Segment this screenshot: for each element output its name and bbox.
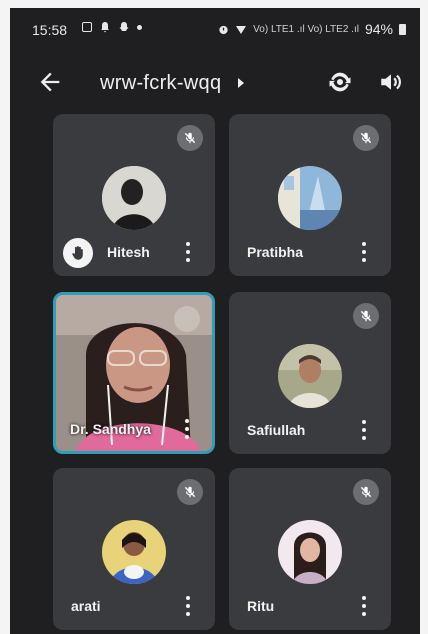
status-bar: 15:58 Vo) LTE1 .ıl Vo) LTE2 .ıl 94% [10,8,420,48]
switch-camera-icon[interactable] [326,68,354,96]
participant-tile-ritu[interactable]: Ritu [229,468,391,630]
meeting-details-caret-icon[interactable] [238,78,244,88]
participant-tile-safiullah[interactable]: Safiullah [229,292,391,454]
participant-tile-arati[interactable]: arati [53,468,215,630]
avatar-hitesh [102,166,166,230]
wifi-calling-icon [236,26,247,34]
raised-hand-icon [63,238,93,268]
meeting-top-bar: wrw-fcrk-wqq [10,54,420,110]
participant-name: Ritu [247,598,275,614]
meeting-code[interactable]: wrw-fcrk-wqq [100,72,221,95]
participant-name: Hitesh [107,244,150,260]
participant-name: arati [71,598,101,614]
speaker-icon[interactable] [378,69,404,95]
more-options-icon[interactable] [183,594,193,618]
more-options-icon[interactable] [359,240,369,264]
gallery-icon [82,22,92,32]
notification-dot-icon [137,24,142,30]
mic-off-icon [353,303,379,329]
more-options-icon[interactable] [359,594,369,618]
battery-percent: 94% [364,21,393,37]
participant-tile-hitesh[interactable]: Hitesh [53,114,215,276]
mic-off-icon [174,306,200,332]
network-signal-text: Vo) LTE1 .ıl Vo) LTE2 .ıl [253,23,359,35]
participant-name: Safiullah [247,422,306,438]
mic-off-icon [353,125,379,151]
participant-tile-pratibha[interactable]: Pratibha [229,114,391,276]
mic-off-icon [177,479,203,505]
status-time: 15:58 [32,22,68,38]
mic-off-icon [353,479,379,505]
avatar-pratibha [278,166,342,230]
mic-off-icon [177,125,203,151]
participant-name: Pratibha [247,244,304,260]
more-options-icon[interactable] [182,417,192,441]
snapchat-icon [119,22,129,31]
avatar-ritu [278,520,342,584]
avatar-safiullah [278,344,342,408]
participant-name: Dr. Sandhya [70,421,151,437]
more-options-icon[interactable] [359,418,369,442]
bell-icon [101,22,109,33]
battery-icon [399,23,406,35]
participant-tile-dr-sandhya[interactable]: Dr. Sandhya [53,292,215,454]
more-options-icon[interactable] [183,240,193,264]
alarm-icon [219,25,228,34]
back-arrow-icon[interactable] [36,68,64,96]
avatar-arati [102,520,166,584]
meet-screen: 15:58 Vo) LTE1 .ıl Vo) LTE2 .ıl 94% wrw-… [10,8,420,634]
